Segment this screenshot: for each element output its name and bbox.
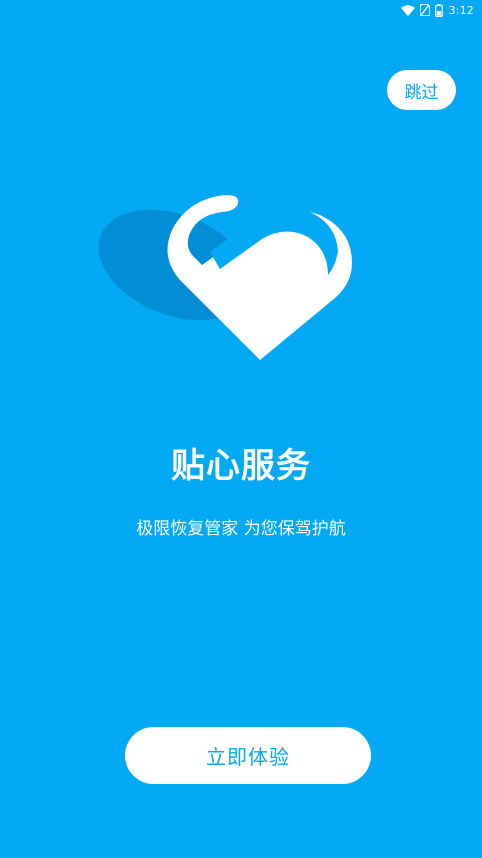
page-subtitle: 极限恢复管家 为您保驾护航	[136, 519, 346, 539]
try-now-button[interactable]: 立即体验	[125, 727, 371, 784]
page-title: 贴心服务	[171, 446, 311, 486]
skip-button[interactable]: 跳过	[387, 70, 456, 110]
no-sim-icon	[420, 4, 431, 16]
heart-illustration	[98, 195, 352, 360]
wifi-icon	[401, 4, 416, 16]
status-icons: 3:12	[401, 2, 474, 18]
battery-icon	[435, 3, 444, 17]
illustration	[90, 185, 370, 370]
status-time: 3:12	[448, 3, 474, 17]
splash-screen: 3:12 跳过 贴心服务 极限恢复管家 为您保驾护航 立即体验	[0, 0, 482, 858]
status-bar: 3:12	[0, 0, 482, 20]
heart-icon	[167, 195, 352, 360]
